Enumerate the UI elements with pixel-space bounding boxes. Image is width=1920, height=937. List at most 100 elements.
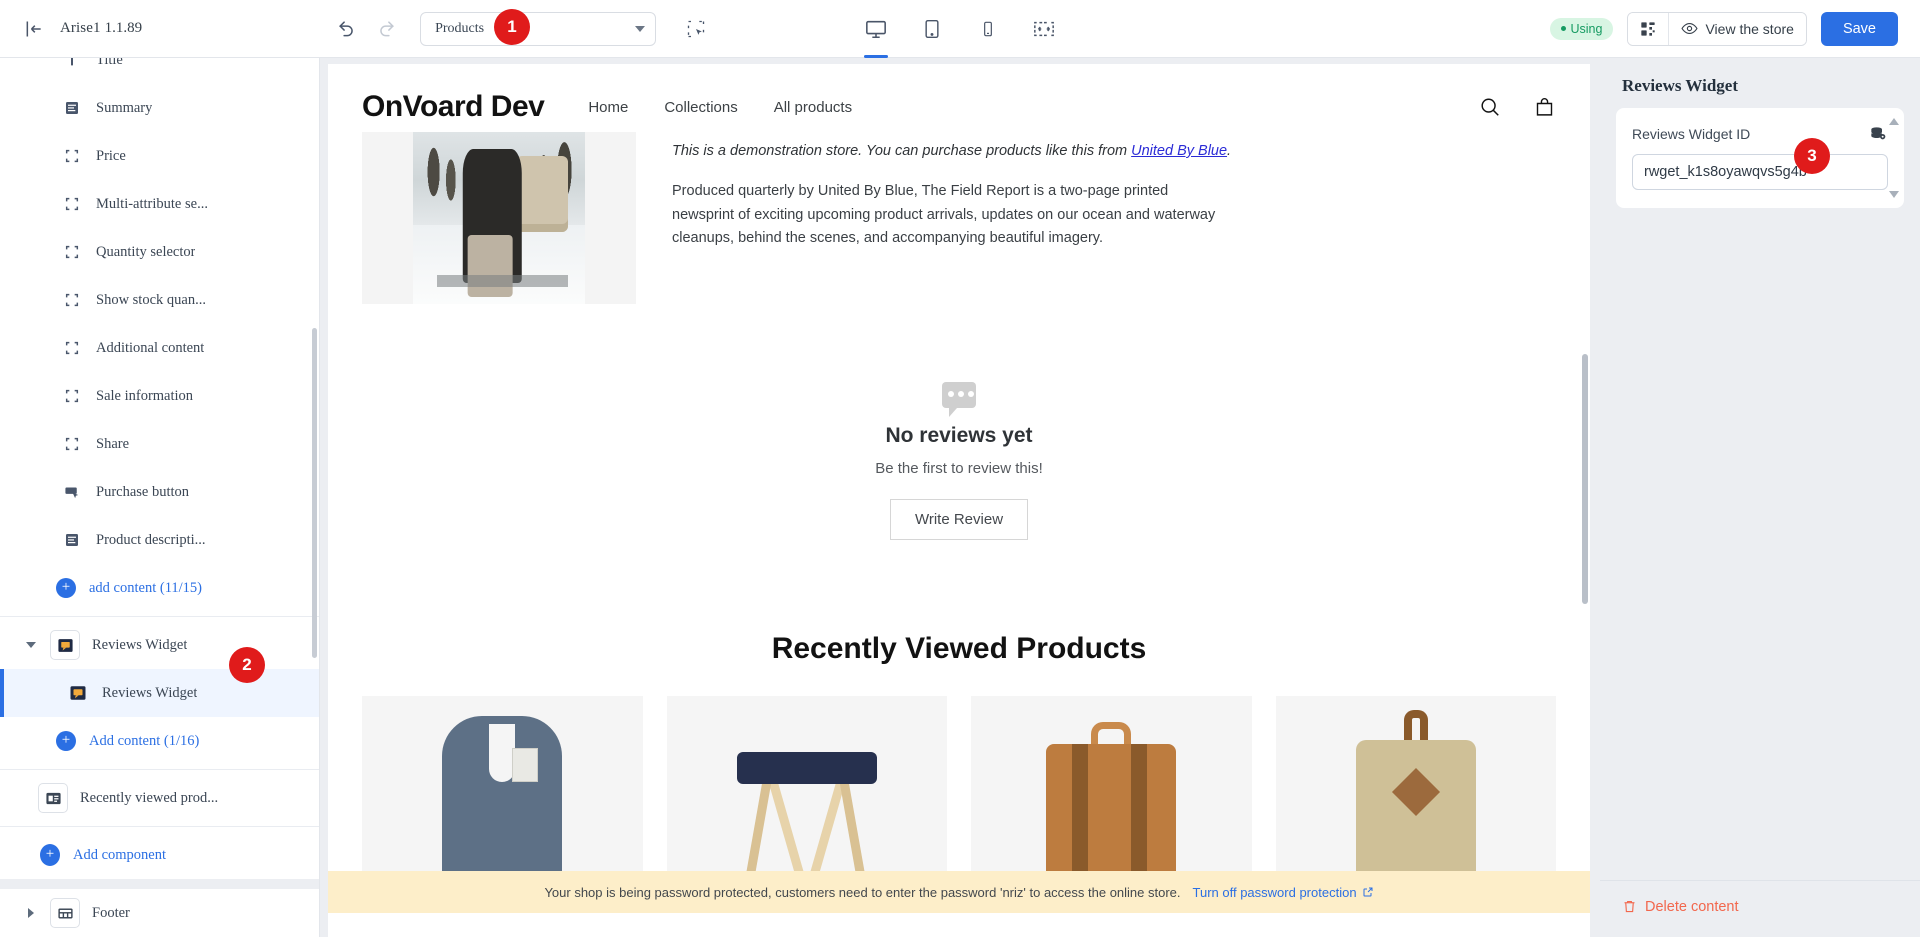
sidebar-item-label: Additional content	[96, 339, 205, 356]
turn-off-label: Turn off password protection	[1192, 884, 1357, 900]
trash-icon	[1622, 899, 1637, 914]
toolbar-right: Using View the store Save	[1549, 11, 1898, 46]
page-selector[interactable]: Products	[420, 11, 657, 46]
sidebar-item-title[interactable]: Title	[0, 58, 319, 84]
plus-icon: +	[56, 731, 76, 751]
sidebar-item-share[interactable]: Share	[0, 420, 319, 468]
sidebar-item-label: Multi-attribute se...	[96, 195, 208, 212]
nav-all-products[interactable]: All products	[774, 99, 852, 116]
undo-icon[interactable]	[332, 15, 360, 43]
editor-body: Title Summary Price Multi-attribute se..…	[0, 58, 1920, 937]
product-photo	[413, 132, 585, 304]
store-nav: Home Collections All products	[588, 99, 852, 116]
preview-scrollbar-thumb[interactable]	[1582, 354, 1588, 604]
product-card[interactable]	[971, 696, 1252, 881]
block-icon	[62, 386, 82, 406]
write-review-button[interactable]: Write Review	[889, 499, 1029, 540]
view-store-button[interactable]: View the store	[1668, 12, 1806, 45]
sidebar-item-label: Quantity selector	[96, 243, 196, 260]
toolbar-left: Arise1 1.1.89	[22, 17, 142, 41]
view-store-label: View the store	[1705, 20, 1794, 37]
sidebar-divider	[0, 616, 319, 617]
panel-scrollbar[interactable]	[1888, 118, 1900, 198]
device-preview-switcher	[859, 0, 1061, 58]
add-component-button[interactable]: + Add component	[0, 831, 319, 879]
sidebar-item-price[interactable]: Price	[0, 132, 319, 180]
sidebar-item-additional-content[interactable]: Additional content	[0, 324, 319, 372]
demo-note-suffix: .	[1227, 143, 1232, 159]
add-component-group: + Add component	[0, 831, 319, 879]
marquee-select-icon[interactable]	[682, 15, 710, 43]
block-icon	[62, 338, 82, 358]
nav-home[interactable]: Home	[588, 99, 628, 116]
sidebar-item-label: Purchase button	[96, 483, 190, 500]
bubble-dots	[948, 391, 974, 397]
product-card[interactable]	[362, 696, 643, 881]
sidebar-component-recently-viewed[interactable]: Recently viewed prod...	[0, 774, 319, 822]
chevron-down-icon	[635, 25, 646, 32]
add-content-reviews-button[interactable]: + Add content (1/16)	[0, 717, 319, 765]
sidebar-scroll-area: Title Summary Price Multi-attribute se..…	[0, 58, 319, 937]
sidebar-item-label: Title	[96, 58, 123, 68]
product-card[interactable]	[666, 696, 947, 881]
product-image[interactable]	[362, 132, 636, 304]
sidebar-component-reviews-widget[interactable]: Reviews Widget	[0, 621, 319, 669]
recently-viewed-title: Recently Viewed Products	[771, 632, 1147, 665]
united-by-blue-link[interactable]: United By Blue	[1131, 143, 1227, 159]
reviews-empty-state: No reviews yet Be the first to review th…	[328, 304, 1590, 540]
recently-viewed-icon	[38, 783, 68, 813]
sidebar-component-footer[interactable]: Footer	[0, 889, 319, 937]
block-icon	[62, 194, 82, 214]
component-label: Recently viewed prod...	[80, 789, 219, 806]
add-content-product-button[interactable]: + add content (11/15)	[0, 564, 319, 612]
device-tablet[interactable]	[915, 12, 949, 46]
sidebar-item-quantity-selector[interactable]: Quantity selector	[0, 228, 319, 276]
qr-code-button[interactable]	[1628, 12, 1669, 45]
sidebar-item-product-description[interactable]: Product descripti...	[0, 516, 319, 564]
panel-footer: Delete content	[1600, 879, 1920, 937]
cart-icon[interactable]	[1532, 95, 1556, 119]
product-description: This is a demonstration store. You can p…	[672, 132, 1232, 304]
device-desktop[interactable]	[859, 12, 893, 58]
sidebar-item-sale-information[interactable]: Sale information	[0, 372, 319, 420]
save-button[interactable]: Save	[1820, 11, 1898, 46]
exit-icon[interactable]	[22, 17, 46, 41]
preview-area: OnVoard Dev Home Collections All product…	[320, 58, 1600, 937]
no-reviews-subtitle: Be the first to review this!	[875, 460, 1043, 477]
password-banner-text: Your shop is being password protected, c…	[544, 884, 1181, 900]
sidebar-item-label: Product descripti...	[96, 531, 206, 548]
search-icon[interactable]	[1478, 95, 1502, 119]
recently-viewed-grid	[328, 666, 1590, 881]
redo-icon[interactable]	[372, 15, 400, 43]
panel-title: Reviews Widget	[1622, 76, 1739, 95]
reviews-widget-group: Reviews Widget Reviews Widget + Add cont…	[0, 621, 319, 765]
delete-content-button[interactable]: Delete content	[1622, 899, 1739, 915]
sidebar-item-reviews-widget[interactable]: Reviews Widget	[0, 669, 319, 717]
theme-editor-app: Arise1 1.1.89 Products Using View the st…	[0, 0, 1920, 937]
product-description-text: Produced quarterly by United By Blue, Th…	[672, 183, 1216, 247]
device-fullwidth[interactable]	[1027, 12, 1061, 46]
chevron-right-icon[interactable]	[24, 906, 38, 920]
sidebar-item-show-stock[interactable]: Show stock quan...	[0, 276, 319, 324]
nav-collections[interactable]: Collections	[664, 99, 737, 116]
sidebar-item-summary[interactable]: Summary	[0, 84, 319, 132]
scroll-down-icon[interactable]	[1889, 191, 1899, 198]
product-card[interactable]	[1275, 696, 1556, 881]
sidebar-item-purchase-button[interactable]: Purchase button	[0, 468, 319, 516]
component-label: Footer	[92, 904, 130, 921]
chevron-down-icon[interactable]	[24, 638, 38, 652]
data-source-icon[interactable]	[1868, 124, 1888, 144]
scroll-up-icon[interactable]	[1889, 118, 1899, 125]
right-settings-panel: Reviews Widget Reviews Widget ID rwget_k…	[1600, 58, 1920, 937]
sidebar-scrollbar[interactable]	[312, 328, 317, 658]
device-mobile[interactable]	[971, 12, 1005, 46]
sidebar-item-label: Price	[96, 147, 126, 164]
sidebar-item-multi-attribute[interactable]: Multi-attribute se...	[0, 180, 319, 228]
sidebar-divider	[0, 826, 319, 827]
reviews-widget-id-input[interactable]	[1632, 154, 1888, 190]
plus-icon: +	[40, 844, 60, 866]
product-section: This is a demonstration store. You can p…	[328, 124, 1590, 304]
store-actions-group: View the store	[1627, 11, 1807, 46]
turn-off-password-protection-link[interactable]: Turn off password protection	[1193, 885, 1374, 900]
store-logo[interactable]: OnVoard Dev	[362, 90, 545, 124]
